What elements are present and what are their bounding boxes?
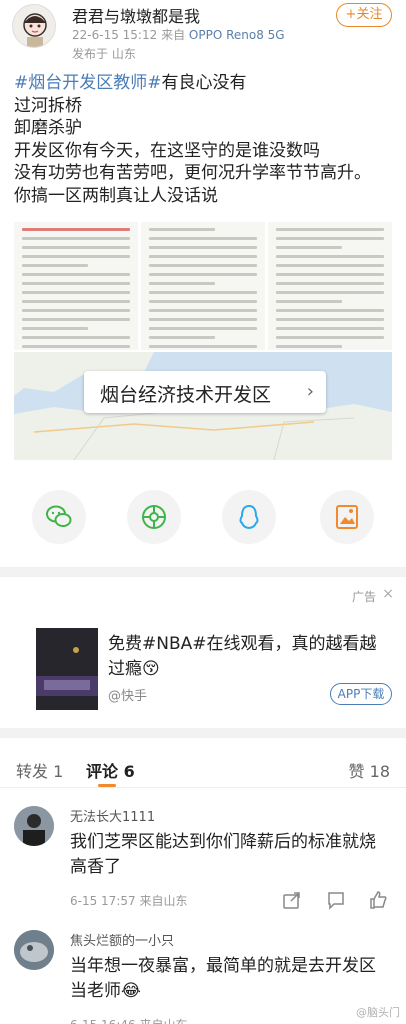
tab-active-indicator [98,784,116,787]
map-location-label[interactable]: 烟台经济技术开发区 › [84,371,326,413]
post-body: #烟台开发区教师#有良心没有 过河拆桥 卸磨杀驴 开发区你有今天，在这坚守的是谁… [14,72,398,207]
ad-text[interactable]: 免费#NBA#在线观看，真的越看越过瘾😚 [108,632,393,682]
post-line-1: #烟台开发区教师#有良心没有 [14,73,247,93]
qq-icon[interactable] [222,490,276,544]
ad-thumbnail[interactable] [36,628,98,710]
like-icon[interactable] [368,890,388,910]
share-icon[interactable] [282,890,302,910]
chevron-right-icon: › [306,381,314,402]
post-line-4: 开发区你有今天，在这坚守的是谁没数吗 [14,140,320,161]
comment-actions [282,890,392,912]
commenter-name[interactable]: 无法长大1111 [70,806,155,825]
post-time: 22-6-15 15:12 [72,28,158,42]
author-avatar[interactable] [12,4,56,48]
save-image-icon[interactable] [320,490,374,544]
ad-close-icon[interactable]: × [382,586,394,602]
comment-item: 焦头烂额的一小只 当年想一夜暴富，最简单的就是去开发区当老师😂 6-15 16:… [0,930,406,1024]
topic-link[interactable]: #烟台开发区教师# [14,73,162,93]
wechat-icon[interactable] [32,490,86,544]
tab-comment[interactable]: 评论 6 [86,758,135,782]
post-meta: 22-6-15 15:12 来自 OPPO Reno8 5G [72,26,285,43]
tab-like[interactable]: 赞 18 [349,758,390,782]
ad-tag: 广告 [351,590,376,604]
comment-item: 无法长大1111 我们芝罘区能达到你们降薪后的标准就烧高香了 6-15 17:5… [0,806,406,916]
ad-source: @快手 [108,689,148,704]
post-from-prefix: 来自 [161,28,186,42]
interaction-tabs: 转发 1 评论 6 赞 18 [0,748,406,788]
post-line-3: 卸磨杀驴 [14,118,82,138]
post-image-3[interactable] [268,222,392,350]
commenter-name[interactable]: 焦头烂额的一小只 [70,930,174,949]
follow-button[interactable]: +关注 [336,3,392,27]
post-line-5: 没有功劳也有苦劳吧，更何况升学率节节高升。 [14,163,371,183]
post-line-6: 你搞一区两制真让人没话说 [14,185,218,206]
comment-meta: 6-15 17:57 来自山东 [70,894,188,908]
map-location-name: 烟台经济技术开发区 [100,384,272,406]
post-header: 君君与墩墩都是我 22-6-15 15:12 来自 OPPO Reno8 5G … [0,0,406,66]
comment-text: 当年想一夜暴富，最简单的就是去开发区当老师😂 [70,956,376,1001]
commenter-avatar[interactable] [14,930,54,970]
app-download-button[interactable]: APP下载 [330,683,392,705]
section-divider-2 [0,728,406,738]
author-name[interactable]: 君君与墩墩都是我 [72,3,200,27]
comment-meta: 6-15 16:46 来自山东 [70,1016,187,1024]
comment-text: 我们芝罘区能达到你们降薪后的标准就烧高香了 [70,832,376,877]
post-device[interactable]: OPPO Reno8 5G [189,28,285,42]
watermark: @脑头门 [356,1006,400,1019]
post-line-2: 过河拆桥 [14,95,82,116]
share-row [0,490,406,550]
moments-icon[interactable] [127,490,181,544]
post-location: 发布于 山东 [72,47,136,61]
comment-icon[interactable] [326,890,346,910]
tab-repost[interactable]: 转发 1 [16,758,63,782]
post-image-2[interactable] [141,222,265,350]
section-divider [0,567,406,577]
commenter-avatar[interactable] [14,806,54,846]
post-image-1[interactable] [14,222,138,350]
